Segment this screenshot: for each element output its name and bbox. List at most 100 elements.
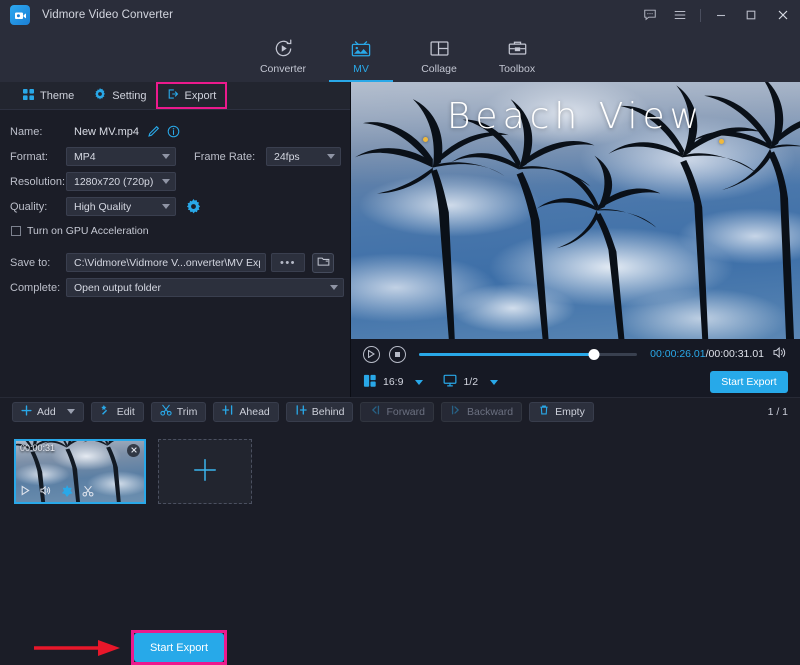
stop-circle-icon[interactable] bbox=[389, 345, 406, 363]
speaker-volume-icon[interactable] bbox=[773, 346, 788, 362]
start-export-zone: Start Export bbox=[0, 300, 350, 665]
video-preview[interactable]: Beach View bbox=[351, 82, 800, 339]
play-icon[interactable] bbox=[20, 485, 31, 499]
total-time: /00:00:31.01 bbox=[705, 348, 764, 360]
plus-icon bbox=[21, 404, 32, 419]
format-value: MP4 bbox=[74, 150, 96, 163]
nav-tab-label: MV bbox=[353, 62, 369, 75]
trim-scissors-icon[interactable] bbox=[82, 485, 94, 500]
move-forward-button[interactable]: Forward bbox=[360, 401, 434, 422]
main-body: Theme Setting Export Name: New MV.mp4 Fo… bbox=[0, 82, 800, 665]
nav-tab-converter[interactable]: Converter bbox=[244, 30, 322, 82]
quality-select[interactable]: High Quality bbox=[66, 197, 176, 216]
aspect-ratio-icon bbox=[363, 374, 377, 391]
chevron-down-icon bbox=[330, 285, 338, 290]
chevron-down-icon[interactable] bbox=[415, 379, 424, 385]
clip-duration: 00:00:31 bbox=[20, 442, 56, 453]
button-label: Behind bbox=[311, 405, 345, 418]
insert-behind-button[interactable]: Behind bbox=[285, 401, 354, 422]
plus-icon bbox=[192, 457, 218, 486]
framerate-value: 24fps bbox=[274, 150, 300, 163]
folder-open-icon bbox=[317, 255, 330, 270]
format-select[interactable]: MP4 bbox=[66, 147, 176, 166]
resolution-select[interactable]: 1280x720 (720p) bbox=[66, 172, 176, 191]
seek-fill bbox=[419, 352, 594, 356]
sub-tab-setting[interactable]: Setting bbox=[85, 84, 155, 107]
feedback-button[interactable] bbox=[635, 0, 665, 30]
minimize-button[interactable] bbox=[706, 0, 736, 30]
window-controls bbox=[635, 0, 800, 30]
clip-thumbnail[interactable]: 00:00:31 bbox=[14, 438, 146, 504]
screen-split-control[interactable]: 1/2 bbox=[443, 374, 499, 390]
volume-icon[interactable] bbox=[40, 485, 52, 499]
application-window: Vidmore Video Converter Converter MV Col… bbox=[0, 0, 800, 665]
nav-tab-toolbox[interactable]: Toolbox bbox=[478, 30, 556, 82]
name-label: Name: bbox=[10, 125, 43, 138]
page-indicator: 1 / 1 bbox=[767, 405, 788, 418]
empty-button[interactable]: Empty bbox=[529, 401, 594, 422]
nav-tab-mv[interactable]: MV bbox=[322, 30, 400, 82]
seek-bar[interactable] bbox=[419, 347, 638, 361]
open-folder-button[interactable] bbox=[312, 252, 334, 273]
add-button[interactable]: Add bbox=[12, 401, 84, 422]
sub-tab-export[interactable]: Export bbox=[155, 82, 228, 109]
export-arrow-icon bbox=[167, 88, 179, 103]
clip-toolbar: Add Edit Trim Ahead Behind Forward Backw… bbox=[0, 397, 800, 425]
edit-button[interactable]: Edit bbox=[90, 401, 144, 422]
start-export-button[interactable]: Start Export bbox=[134, 633, 224, 662]
trash-icon bbox=[538, 404, 550, 419]
browse-dots-button[interactable]: ••• bbox=[271, 253, 305, 272]
menu-button[interactable] bbox=[665, 0, 695, 30]
button-label: Add bbox=[37, 405, 56, 418]
quality-row: Quality: High Quality bbox=[0, 194, 350, 219]
picture-tv-icon bbox=[350, 38, 372, 60]
saveto-path-field[interactable]: C:\Vidmore\Vidmore V...onverter\MV Expor… bbox=[66, 253, 266, 272]
saveto-value: C:\Vidmore\Vidmore V...onverter\MV Expor… bbox=[74, 256, 260, 269]
divider bbox=[700, 8, 701, 22]
gpu-checkbox[interactable] bbox=[11, 226, 21, 236]
sub-tab-theme[interactable]: Theme bbox=[14, 85, 83, 107]
clip-strip: 00:00:31 bbox=[0, 425, 800, 517]
saveto-row: Save to: C:\Vidmore\Vidmore V...onverter… bbox=[0, 250, 350, 275]
trim-button[interactable]: Trim bbox=[150, 401, 207, 422]
info-circle-icon[interactable] bbox=[167, 125, 180, 138]
maximize-button[interactable] bbox=[736, 0, 766, 30]
aspect-ratio-control[interactable]: 16:9 bbox=[363, 374, 424, 391]
move-backward-button[interactable]: Backward bbox=[440, 401, 523, 422]
sub-tab-label: Setting bbox=[112, 89, 147, 102]
play-circle-icon[interactable] bbox=[363, 345, 380, 363]
framerate-select[interactable]: 24fps bbox=[266, 147, 341, 166]
close-circle-icon[interactable] bbox=[127, 443, 140, 457]
gpu-acceleration-row[interactable]: Turn on GPU Acceleration bbox=[0, 219, 350, 243]
sub-tab-bar: Theme Setting Export bbox=[0, 82, 350, 110]
effect-star-icon[interactable] bbox=[61, 484, 73, 500]
complete-action-select[interactable]: Open output folder bbox=[66, 278, 344, 297]
button-label: Ahead bbox=[239, 405, 270, 418]
current-time: 00:00:26.01 bbox=[650, 348, 706, 360]
move-backward-icon bbox=[450, 404, 462, 419]
move-forward-icon bbox=[369, 404, 381, 419]
chevron-down-icon bbox=[162, 179, 170, 184]
nav-tab-collage[interactable]: Collage bbox=[400, 30, 478, 82]
refresh-play-icon bbox=[273, 38, 294, 60]
scissors-icon bbox=[160, 404, 172, 419]
chevron-down-icon[interactable] bbox=[490, 379, 499, 385]
advanced-settings-gear-icon[interactable] bbox=[186, 199, 201, 214]
pencil-edit-icon[interactable] bbox=[147, 125, 160, 138]
complete-row: Complete: Open output folder bbox=[0, 275, 350, 300]
mv-title-text: Beach View bbox=[446, 96, 705, 137]
chevron-down-icon bbox=[327, 154, 335, 159]
close-button[interactable] bbox=[766, 0, 800, 30]
format-label: Format: bbox=[10, 150, 48, 163]
seek-handle[interactable] bbox=[588, 348, 599, 360]
name-row: Name: New MV.mp4 bbox=[0, 119, 350, 144]
preview-start-export-button[interactable]: Start Export bbox=[710, 371, 788, 393]
chevron-down-icon[interactable] bbox=[66, 409, 75, 414]
sub-tab-label: Theme bbox=[40, 89, 75, 102]
gear-icon bbox=[94, 88, 106, 103]
insert-ahead-button[interactable]: Ahead bbox=[213, 401, 279, 422]
complete-label: Complete: bbox=[10, 281, 61, 294]
add-clip-card[interactable] bbox=[158, 438, 252, 504]
button-label: Empty bbox=[555, 405, 585, 418]
nav-tab-label: Toolbox bbox=[498, 62, 536, 75]
